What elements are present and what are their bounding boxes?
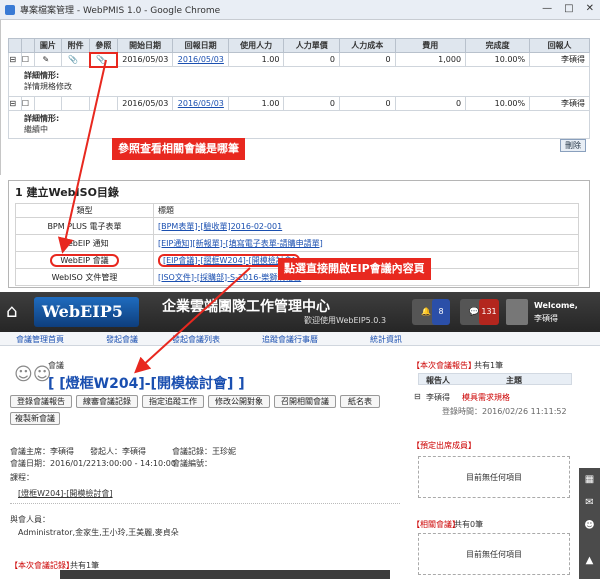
annotation-open-eip: 點選直接開啟EIP會議內容頁 xyxy=(278,258,431,280)
annotation-arrows xyxy=(57,59,251,374)
annotation-reference: 參照查看相關會議是哪筆 xyxy=(112,138,245,160)
